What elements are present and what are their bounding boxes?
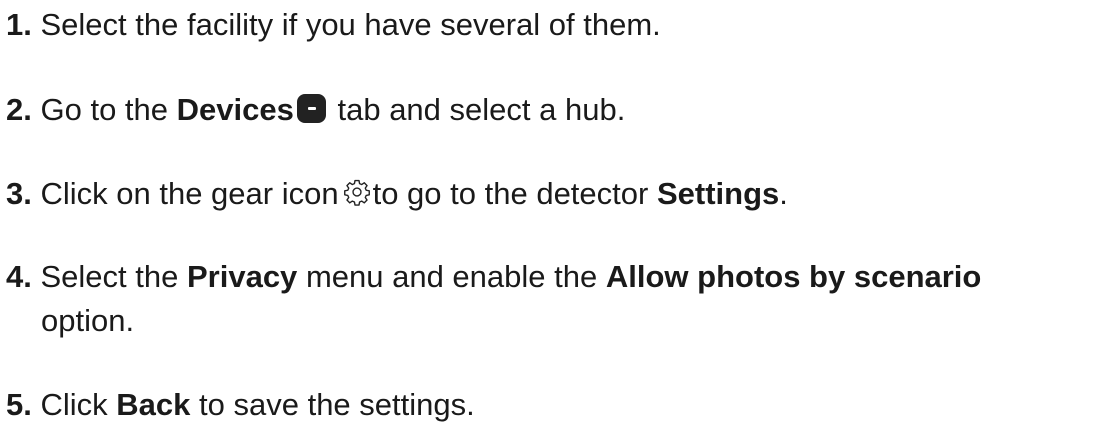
- step-number: 2.: [6, 92, 32, 127]
- step-text: menu and enable the: [305, 259, 598, 294]
- step-text: to go to the detector: [372, 176, 649, 211]
- step-number: 1.: [6, 7, 32, 42]
- back-button-label: Back: [116, 387, 191, 422]
- step-text: Click on the gear icon: [40, 176, 339, 211]
- step-3: 3. Click on the gear icon to go to the d…: [6, 172, 1096, 216]
- step-4: 4. Select the Privacy menu and enable th…: [6, 255, 1096, 343]
- step-text: .: [779, 176, 788, 211]
- step-text: to save the settings.: [199, 387, 475, 422]
- privacy-menu-label: Privacy: [186, 259, 298, 294]
- step-number: 4.: [6, 259, 32, 294]
- step-text: Go to the: [40, 92, 169, 127]
- step-text: Select the: [40, 259, 179, 294]
- devices-tab-label: Devices: [176, 92, 294, 127]
- step-text: option.: [41, 303, 135, 338]
- settings-label: Settings: [656, 176, 780, 211]
- step-text: tab and select a hub.: [337, 92, 626, 127]
- step-2: 2. Go to the Devices tab and select a hu…: [6, 88, 1096, 132]
- device-tab-icon: [296, 94, 326, 123]
- step-number: 5.: [6, 387, 32, 422]
- step-text: Click: [40, 387, 108, 422]
- step-number: 3.: [6, 176, 32, 211]
- step-5: 5. Click Back to save the settings.: [6, 383, 1096, 427]
- gear-icon: [343, 179, 370, 206]
- step-1: 1. Select the facility if you have sever…: [6, 3, 1096, 47]
- step-text: Select the facility if you have several …: [40, 7, 661, 42]
- allow-photos-option-label: Allow photos by scenario: [605, 259, 982, 294]
